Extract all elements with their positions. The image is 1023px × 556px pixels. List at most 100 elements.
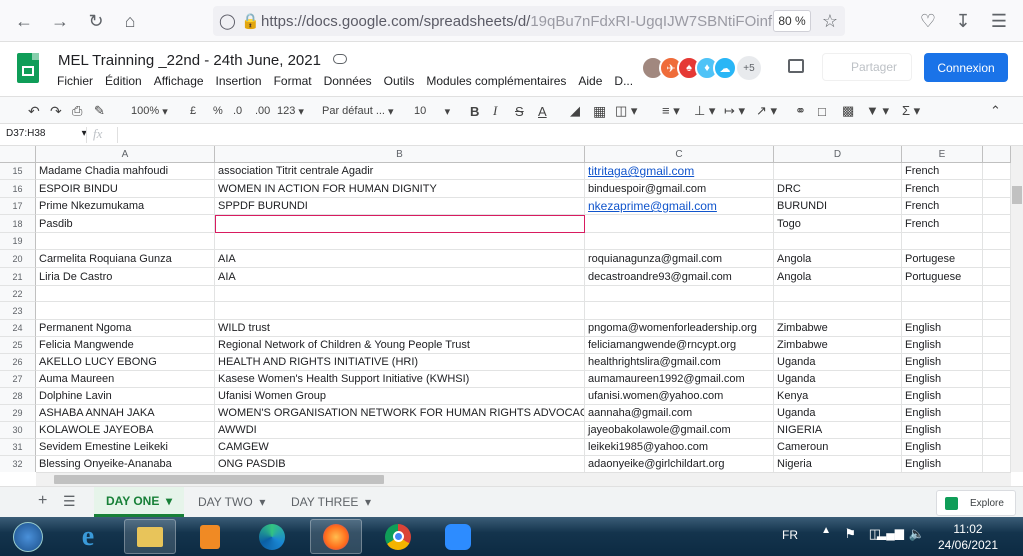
- cell-c[interactable]: roquianagunza@gmail.com: [585, 250, 774, 268]
- cell-b[interactable]: association Titrit centrale Agadir: [215, 163, 585, 180]
- cell-a[interactable]: Prime Nkezumukama: [36, 198, 215, 215]
- merge-cells-icon[interactable]: ◫ ▾: [615, 101, 637, 121]
- cell-c[interactable]: healthrightslira@gmail.com: [585, 354, 774, 371]
- cell-f[interactable]: [983, 250, 1011, 268]
- volume-icon[interactable]: 🔈: [909, 526, 925, 542]
- cell-c[interactable]: nkezaprime@gmail.com: [585, 198, 774, 215]
- chrome-icon[interactable]: [372, 519, 424, 554]
- cell-e[interactable]: [902, 286, 983, 302]
- row-header[interactable]: 26: [0, 354, 36, 371]
- fill-color-icon[interactable]: ◢: [570, 101, 580, 121]
- cell-b[interactable]: [215, 302, 585, 320]
- clock-time[interactable]: 11:02: [939, 522, 997, 536]
- action-center-flag-icon[interactable]: ⚑: [844, 526, 856, 542]
- row-header[interactable]: 19: [0, 233, 36, 250]
- functions-icon[interactable]: Σ ▾: [902, 101, 920, 121]
- cell-a[interactable]: [36, 233, 215, 250]
- cell-b[interactable]: WOMEN'S ORGANISATION NETWORK FOR HUMAN R…: [215, 405, 585, 422]
- cell-f[interactable]: [983, 456, 1011, 472]
- document-title[interactable]: MEL Trainning _22nd - 24th June, 2021: [58, 52, 321, 69]
- cell-e[interactable]: Portugese: [902, 250, 983, 268]
- cell-c[interactable]: aumamaureen1992@gmail.com: [585, 371, 774, 388]
- cell-f[interactable]: [983, 215, 1011, 233]
- show-hidden-icons-icon[interactable]: ▲: [821, 525, 831, 536]
- cell-d[interactable]: [774, 286, 902, 302]
- avatar[interactable]: ☁: [713, 56, 737, 80]
- cell-a[interactable]: Blessing Onyeike-Ananaba: [36, 456, 215, 472]
- cell-c[interactable]: aannaha@gmail.com: [585, 405, 774, 422]
- cell-f[interactable]: [983, 233, 1011, 250]
- cell-d[interactable]: Uganda: [774, 371, 902, 388]
- edge-icon[interactable]: [246, 519, 298, 554]
- cell-b[interactable]: WOMEN IN ACTION FOR HUMAN DIGNITY: [215, 180, 585, 198]
- cell-d[interactable]: Zimbabwe: [774, 320, 902, 337]
- cell-d[interactable]: Uganda: [774, 405, 902, 422]
- zoom-level[interactable]: 80 %: [773, 10, 811, 32]
- cell-b[interactable]: WILD trust: [215, 320, 585, 337]
- cell-f[interactable]: [983, 354, 1011, 371]
- menu-data[interactable]: Données: [324, 74, 372, 88]
- cell-e[interactable]: English: [902, 320, 983, 337]
- cell-e[interactable]: [902, 233, 983, 250]
- cell-a[interactable]: ESPOIR BINDU: [36, 180, 215, 198]
- vertical-scrollbar[interactable]: [1011, 146, 1023, 472]
- font-select[interactable]: Par défaut ... ▾: [322, 101, 394, 121]
- italic-icon[interactable]: I: [493, 101, 497, 121]
- borders-icon[interactable]: ▦: [593, 101, 606, 121]
- cell-c[interactable]: [585, 233, 774, 250]
- row-header[interactable]: 16: [0, 180, 36, 198]
- connect-button[interactable]: Connexion: [924, 53, 1008, 82]
- cell-e[interactable]: English: [902, 405, 983, 422]
- cell-c[interactable]: binduespoir@gmail.com: [585, 180, 774, 198]
- column-header[interactable]: B: [215, 146, 585, 163]
- cell-d[interactable]: Angola: [774, 268, 902, 286]
- row-header[interactable]: 24: [0, 320, 36, 337]
- menu-edit[interactable]: Édition: [105, 74, 142, 88]
- cell-c[interactable]: ufanisi.women@yahoo.com: [585, 388, 774, 405]
- cell-a[interactable]: Felicia Mangwende: [36, 337, 215, 354]
- media-player-icon[interactable]: [184, 519, 236, 554]
- cell-f[interactable]: [983, 302, 1011, 320]
- cell-a[interactable]: [36, 286, 215, 302]
- cell-c[interactable]: [585, 302, 774, 320]
- cell-a[interactable]: ASHABA ANNAH JAKA: [36, 405, 215, 422]
- bookmark-star-icon[interactable]: ☆: [818, 9, 842, 33]
- comment-icon[interactable]: [788, 59, 804, 73]
- row-header[interactable]: 15: [0, 163, 36, 180]
- address-bar[interactable]: ◯ 🔒 https://docs.google.com/spreadsheets…: [213, 6, 845, 36]
- menu-format[interactable]: Format: [274, 74, 312, 88]
- home-icon[interactable]: ⌂: [118, 9, 142, 33]
- cell-b[interactable]: [215, 215, 585, 233]
- cell-f[interactable]: [983, 422, 1011, 439]
- cell-e[interactable]: English: [902, 439, 983, 456]
- cell-c[interactable]: leikeki1985@yahoo.com: [585, 439, 774, 456]
- cell-c[interactable]: jayeobakolawole@gmail.com: [585, 422, 774, 439]
- text-color-icon[interactable]: A: [538, 101, 547, 121]
- column-header[interactable]: D: [774, 146, 902, 163]
- percent-button[interactable]: %: [213, 101, 223, 121]
- print-icon[interactable]: ⎙: [72, 101, 82, 121]
- row-header[interactable]: 31: [0, 439, 36, 456]
- tab-day-three[interactable]: DAY THREE ▾: [285, 487, 377, 517]
- firefox-icon[interactable]: [310, 519, 362, 554]
- cell-d[interactable]: [774, 233, 902, 250]
- menu-addons[interactable]: Modules complémentaires: [426, 74, 566, 88]
- cell-b[interactable]: CAMGEW: [215, 439, 585, 456]
- cell-f[interactable]: [983, 320, 1011, 337]
- horizontal-align-icon[interactable]: ≡ ▾: [662, 101, 680, 121]
- menu-tools[interactable]: Outils: [384, 74, 415, 88]
- cell-b[interactable]: [215, 233, 585, 250]
- cell-e[interactable]: [902, 302, 983, 320]
- strikethrough-icon[interactable]: S: [515, 101, 524, 121]
- more-collaborators[interactable]: +5: [737, 56, 761, 80]
- pocket-icon[interactable]: ♡: [916, 9, 940, 33]
- cell-e[interactable]: English: [902, 422, 983, 439]
- cell-d[interactable]: DRC: [774, 180, 902, 198]
- cell-a[interactable]: AKELLO LUCY EBONG: [36, 354, 215, 371]
- cell-a[interactable]: Auma Maureen: [36, 371, 215, 388]
- undo-icon[interactable]: ↶: [28, 101, 40, 121]
- cell-d[interactable]: Uganda: [774, 354, 902, 371]
- cell-a[interactable]: Liria De Castro: [36, 268, 215, 286]
- row-header[interactable]: 18: [0, 215, 36, 233]
- currency-button[interactable]: £: [190, 101, 196, 121]
